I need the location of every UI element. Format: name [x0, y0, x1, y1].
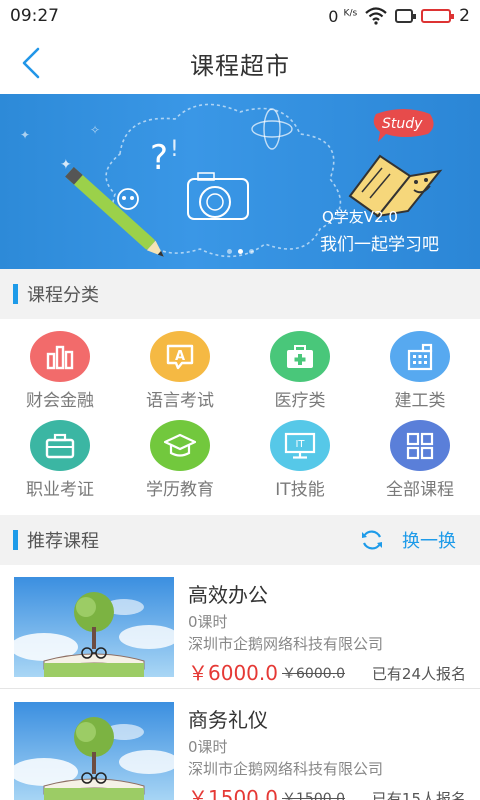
course-market-screen: 09:27 0 K/s 2 课程超市 ? ! ✦ ✦ ✧ Study Q学友V2… — [0, 0, 480, 800]
promo-banner[interactable]: ? ! ✦ ✦ ✧ Study Q学友V2.0 我们一起学习吧 — [0, 94, 480, 269]
course-price: ￥6000.0 — [188, 661, 278, 685]
category-language-badge: A — [150, 331, 210, 382]
course-enrolled-count: 已有24人报名 — [371, 665, 466, 683]
course-item[interactable]: 商务礼仪 0课时 深圳市企鹅网络科技有限公司 ￥1500.0 ￥1500.0 已… — [0, 690, 480, 800]
category-academic-badge — [150, 420, 210, 471]
banner-dot[interactable] — [249, 249, 254, 254]
svg-text:?: ? — [150, 138, 168, 178]
section-accent-bar — [13, 284, 18, 304]
course-thumbnail — [14, 577, 174, 677]
course-name: 高效办公 — [188, 583, 268, 607]
category-it-skills[interactable]: IT IT技能 — [240, 408, 360, 500]
building-icon — [407, 343, 433, 370]
recommend-section-header: 推荐课程 换一换 — [0, 515, 480, 565]
category-language[interactable]: A 语言考试 — [120, 319, 240, 411]
sim-battery-icon — [395, 9, 417, 23]
course-thumbnail — [14, 702, 174, 800]
category-construction[interactable]: 建工类 — [360, 319, 480, 411]
category-finance[interactable]: 财会金融 — [0, 319, 120, 411]
svg-text:✧: ✧ — [90, 123, 100, 137]
tree-book-image — [14, 577, 174, 677]
banner-dot-active[interactable] — [238, 249, 243, 254]
svg-text:✦: ✦ — [20, 128, 30, 142]
net-speed: 0 K/s — [328, 7, 357, 26]
tree-book-image — [14, 702, 174, 800]
svg-text:!: ! — [170, 137, 179, 162]
category-it-badge: IT — [270, 420, 330, 471]
course-price: ￥1500.0 — [188, 786, 278, 800]
net-speed-unit: K/s — [343, 8, 358, 19]
category-label: IT技能 — [275, 480, 325, 500]
status-bar: 09:27 0 K/s 2 — [0, 0, 480, 32]
course-organization: 深圳市企鹅网络科技有限公司 — [188, 635, 384, 653]
graduation-cap-icon — [164, 433, 196, 457]
banner-dot[interactable] — [227, 249, 232, 254]
status-icons: 0 K/s 2 — [328, 6, 470, 26]
briefcase-icon — [45, 433, 75, 458]
section-accent-bar — [13, 530, 18, 550]
battery-low-icon — [421, 9, 455, 23]
category-medical[interactable]: 医疗类 — [240, 319, 360, 411]
category-section-header: 课程分类 — [0, 269, 480, 319]
category-label: 全部课程 — [386, 480, 454, 500]
category-label: 学历教育 — [146, 480, 214, 500]
category-all[interactable]: 全部课程 — [360, 408, 480, 500]
category-construction-badge — [390, 331, 450, 382]
refresh-button[interactable]: 换一换 — [360, 527, 456, 553]
svg-text:✦: ✦ — [60, 157, 72, 173]
monitor-icon: IT — [284, 432, 316, 459]
page-title: 课程超市 — [190, 51, 290, 80]
refresh-label: 换一换 — [402, 531, 456, 552]
sim-slot-label: 2 — [459, 6, 470, 26]
status-time: 09:27 — [10, 6, 59, 26]
refresh-icon — [362, 530, 382, 550]
course-organization: 深圳市企鹅网络科技有限公司 — [188, 760, 384, 778]
chevron-left-icon — [22, 47, 40, 79]
banner-study-tag: Study — [382, 116, 423, 132]
back-button[interactable] — [14, 46, 48, 80]
category-career-badge — [30, 420, 90, 471]
category-finance-badge — [30, 331, 90, 382]
category-medical-badge — [270, 331, 330, 382]
course-original-price: ￥6000.0 — [282, 666, 345, 682]
category-career-cert[interactable]: 职业考证 — [0, 408, 120, 500]
category-academic[interactable]: 学历教育 — [120, 408, 240, 500]
bar-chart-icon — [46, 345, 74, 369]
net-speed-value: 0 — [328, 6, 339, 26]
medical-kit-icon — [287, 344, 313, 368]
banner-slogan: 我们一起学习吧 — [320, 235, 439, 255]
speech-a-icon: A — [166, 344, 194, 369]
category-label: 职业考证 — [26, 480, 94, 500]
category-all-badge — [390, 420, 450, 471]
recommend-section-title: 推荐课程 — [27, 531, 99, 552]
svg-text:IT: IT — [295, 439, 305, 450]
grid-icon — [406, 432, 434, 459]
category-grid: 财会金融 A 语言考试 医疗类 建工类 职业考证 学历教育 IT IT技能 全部… — [0, 319, 480, 515]
nav-bar: 课程超市 — [0, 32, 480, 94]
course-original-price: ￥1500.0 — [282, 791, 345, 800]
banner-pagination[interactable] — [227, 249, 254, 254]
course-hours: 0课时 — [188, 738, 228, 756]
banner-version: Q学友V2.0 — [322, 208, 398, 226]
svg-text:A: A — [175, 349, 185, 364]
wifi-icon — [365, 7, 387, 25]
course-name: 商务礼仪 — [188, 708, 268, 732]
course-hours: 0课时 — [188, 613, 228, 631]
category-section-title: 课程分类 — [27, 285, 99, 306]
course-enrolled-count: 已有15人报名 — [371, 790, 466, 800]
course-item[interactable]: 高效办公 0课时 深圳市企鹅网络科技有限公司 ￥6000.0 ￥6000.0 已… — [0, 565, 480, 689]
